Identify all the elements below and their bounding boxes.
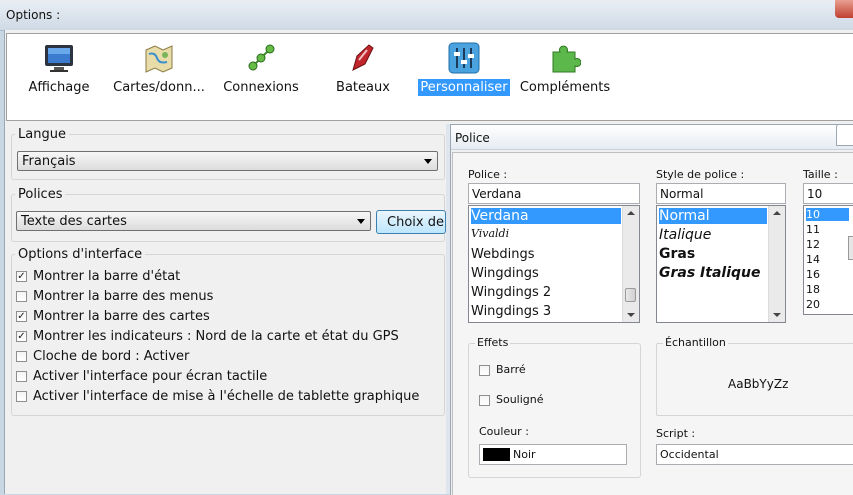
checkbox[interactable] — [16, 291, 27, 302]
scroll-up-icon[interactable] — [627, 211, 635, 215]
checkbox[interactable] — [16, 391, 27, 402]
color-label: Couleur : — [479, 425, 529, 438]
tab-label: Bateaux — [336, 80, 390, 95]
size-scroll-thumb[interactable] — [848, 236, 853, 260]
list-item[interactable]: Gras Italique — [659, 265, 760, 281]
font-size-input-value: 10 — [807, 187, 823, 201]
tab-label: Compléments — [519, 80, 611, 95]
chevron-down-icon — [483, 453, 489, 457]
interface-group-title: Options d'interface — [15, 247, 146, 262]
checkbox[interactable]: ✓ — [16, 311, 27, 322]
font-size-input[interactable]: 10 — [803, 183, 853, 204]
color-value: Noir — [513, 448, 536, 461]
list-item[interactable]: 20 — [806, 298, 820, 311]
sliders-icon — [448, 42, 480, 74]
list-item[interactable]: 16 — [806, 268, 820, 281]
tab-label: Affichage — [28, 80, 90, 95]
font-style-scrollbar[interactable] — [768, 206, 785, 322]
list-item[interactable]: Italique — [659, 227, 711, 243]
font-dialog-close-tab[interactable] — [836, 124, 853, 146]
color-select[interactable]: Noir — [479, 444, 627, 465]
list-item[interactable]: Verdana — [471, 208, 621, 224]
scroll-down-icon[interactable] — [773, 313, 781, 317]
font-style-input[interactable]: Normal — [656, 183, 786, 204]
checkbox[interactable]: ✓ — [16, 271, 27, 282]
connections-icon — [248, 44, 275, 71]
list-item[interactable]: Wingdings — [471, 266, 539, 281]
choose-font-button[interactable]: Choix de — [376, 210, 446, 234]
checkbox[interactable] — [16, 371, 27, 382]
font-target-value: Texte des cartes — [21, 214, 127, 229]
scroll-thumb[interactable] — [625, 288, 636, 302]
category-toolbar: Affichage Cartes/donn... Connexions Bate… — [6, 33, 853, 121]
checkbox[interactable] — [16, 351, 27, 362]
sample-group-title: Échantillon — [663, 336, 728, 349]
language-select[interactable]: Français — [17, 151, 438, 171]
tab-label: Cartes/donn... — [113, 80, 205, 95]
list-item[interactable]: 10 — [806, 208, 849, 221]
choose-font-button-label: Choix de — [387, 215, 444, 230]
font-dialog-titlebar: Police — [451, 125, 853, 150]
list-item[interactable]: 14 — [806, 253, 820, 266]
checkbox[interactable] — [479, 395, 490, 406]
tab-complements[interactable]: Compléments — [517, 34, 613, 104]
scroll-down-icon[interactable] — [627, 313, 635, 317]
list-item[interactable]: 18 — [806, 283, 820, 296]
tab-affichage[interactable]: Affichage — [21, 34, 97, 104]
scroll-up-icon[interactable] — [773, 211, 781, 215]
font-size-list[interactable]: 10 11 12 14 16 18 20 — [803, 205, 853, 315]
chevron-down-icon — [424, 159, 432, 164]
font-name-label: Police : — [468, 168, 508, 181]
list-item[interactable]: Wingdings 2 — [471, 285, 551, 300]
font-style-label: Style de police : — [656, 168, 745, 181]
font-name-input-value: Verdana — [472, 187, 522, 201]
chevron-down-icon — [357, 219, 365, 224]
puzzle-icon — [552, 45, 581, 73]
script-label: Script : — [656, 427, 696, 440]
monitor-icon — [45, 45, 73, 72]
sample-text: AaBbYyZz — [728, 377, 789, 391]
list-item[interactable]: 11 — [806, 223, 820, 236]
effects-group-title: Effets — [475, 336, 511, 349]
checkbox[interactable]: ✓ — [16, 331, 27, 342]
tab-label: Personnaliser — [418, 79, 510, 96]
polices-group-title: Polices — [15, 187, 66, 202]
font-style-input-value: Normal — [660, 187, 704, 201]
langue-group-title: Langue — [15, 127, 69, 142]
list-item[interactable]: Wingdings 3 — [471, 304, 551, 319]
language-value: Français — [22, 154, 76, 169]
tab-connexions[interactable]: Connexions — [221, 34, 301, 104]
font-name-input[interactable]: Verdana — [468, 183, 640, 204]
font-name-list[interactable]: Verdana Vivaldi Webdings Wingdings Wingd… — [468, 205, 640, 323]
script-select[interactable]: Occidental — [656, 444, 853, 465]
tab-cartes[interactable]: Cartes/donn... — [109, 34, 209, 104]
font-target-select[interactable]: Texte des cartes — [16, 211, 371, 231]
list-item[interactable]: Webdings — [471, 247, 534, 262]
window-titlebar: Options : — [0, 0, 853, 31]
list-item[interactable]: 12 — [806, 238, 820, 251]
tab-label: Connexions — [223, 80, 299, 95]
list-item[interactable]: Normal — [659, 208, 767, 224]
script-value: Occidental — [660, 448, 719, 461]
checkbox[interactable] — [479, 365, 490, 376]
boat-icon — [352, 44, 374, 71]
tab-bateaux[interactable]: Bateaux — [325, 34, 401, 104]
map-icon — [145, 45, 173, 73]
window-title: Options : — [6, 8, 61, 22]
font-size-label: Taille : — [803, 168, 838, 181]
font-name-scrollbar[interactable] — [622, 206, 639, 322]
font-dialog-title: Police — [455, 131, 490, 145]
tab-personnaliser[interactable]: Personnaliser — [417, 34, 511, 104]
list-item[interactable]: Gras — [659, 246, 695, 262]
font-style-list[interactable]: Normal Italique Gras Gras Italique — [656, 205, 786, 323]
list-item[interactable]: Vivaldi — [471, 227, 509, 240]
close-button[interactable] — [835, 0, 853, 18]
